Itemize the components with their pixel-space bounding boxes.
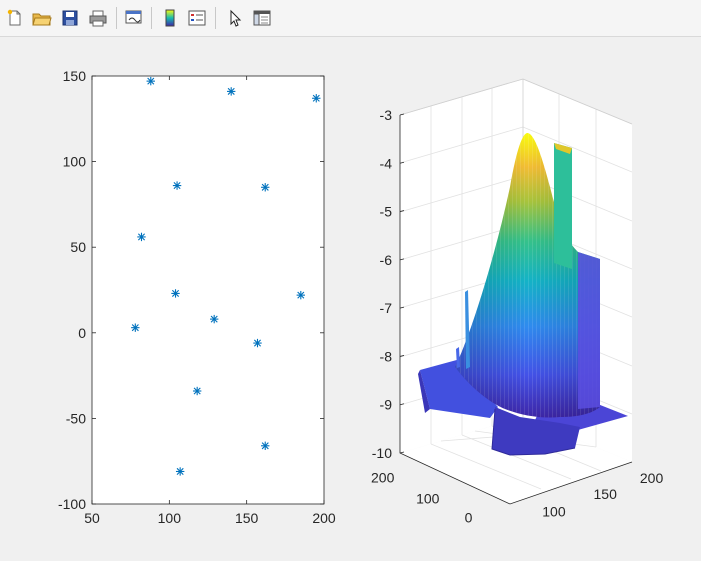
open-file-icon[interactable]: [31, 7, 53, 29]
surface-z-tick-label: -8: [380, 348, 393, 364]
new-figure-icon[interactable]: [4, 7, 26, 29]
scatter-x-tick-label: 150: [235, 510, 259, 526]
scatter-point: [192, 386, 202, 396]
scatter-x-tick-label: 100: [158, 510, 182, 526]
figure-canvas: 50 100 150 200-100-50050100150 -3-4-5-6-…: [0, 37, 701, 561]
scatter-point: [227, 87, 236, 96]
scatter-point: [146, 76, 155, 86]
link-plot-icon[interactable]: [123, 7, 145, 29]
scatter-y-tick-label: 150: [63, 68, 87, 84]
surface-spike-top: [554, 143, 572, 269]
scatter-y-tick-label: -50: [66, 410, 86, 426]
toolbar-separator: [215, 7, 216, 29]
surface-x-tick-label: 150: [594, 486, 618, 502]
insert-legend-icon[interactable]: [186, 7, 208, 29]
edit-plot-icon[interactable]: [224, 7, 246, 29]
surface-z-tick-label: -10: [372, 445, 392, 461]
surface-y-tick-label: 0: [465, 509, 473, 525]
surface-y-tick-label: 200: [371, 470, 395, 486]
insert-colorbar-icon[interactable]: [159, 7, 181, 29]
surface-z-tick-label: -3: [380, 107, 393, 123]
surface-x-tick-label: 100: [542, 503, 566, 519]
scatter-point: [137, 232, 146, 242]
print-icon[interactable]: [87, 7, 109, 29]
surface-axes[interactable]: -3 -4 -5 -6 -7 -8 -9 -10 200 100 0 100 150 200: [371, 78, 664, 525]
surface-z-tick-label: -4: [380, 155, 393, 171]
scatter-x-tick-label: 50: [84, 510, 100, 526]
scatter-point: [171, 289, 180, 298]
scatter-y-tick-label: 50: [70, 239, 86, 255]
surface-z-tick-label: -6: [380, 252, 393, 268]
surface-wall-right: [578, 252, 600, 409]
surface-z-tick-label: -7: [380, 300, 393, 316]
surface-z-tick-label: -9: [380, 397, 393, 413]
scatter-point: [261, 183, 270, 192]
figure-toolbar: [0, 0, 701, 37]
surface-x-tick-label: 200: [640, 470, 664, 486]
scatter-point: [175, 467, 185, 476]
surface-y-tick-label: 100: [416, 491, 440, 507]
scatter-axes[interactable]: 50 100 150 200 -100 -50 0 50 100 150: [58, 68, 336, 526]
scatter-point: [312, 94, 321, 103]
scatter-point: [131, 323, 140, 332]
save-icon[interactable]: [59, 7, 81, 29]
scatter-point: [261, 441, 270, 450]
scatter-point: [296, 290, 305, 300]
scatter-y-tick-label: 100: [63, 154, 87, 170]
scatter-point: [209, 314, 219, 324]
toolbar-separator: [116, 7, 117, 29]
scatter-plot-area: [91, 75, 325, 505]
toolbar-separator: [151, 7, 152, 29]
scatter-y-tick-label: -100: [58, 496, 86, 512]
surface-z-tick-label: -5: [380, 204, 393, 220]
scatter-point: [253, 338, 262, 348]
scatter-x-tick-label: 200: [312, 510, 336, 526]
property-inspector-icon[interactable]: [251, 7, 273, 29]
scatter-point: [172, 181, 182, 190]
scatter-y-tick-label: 0: [78, 325, 86, 341]
